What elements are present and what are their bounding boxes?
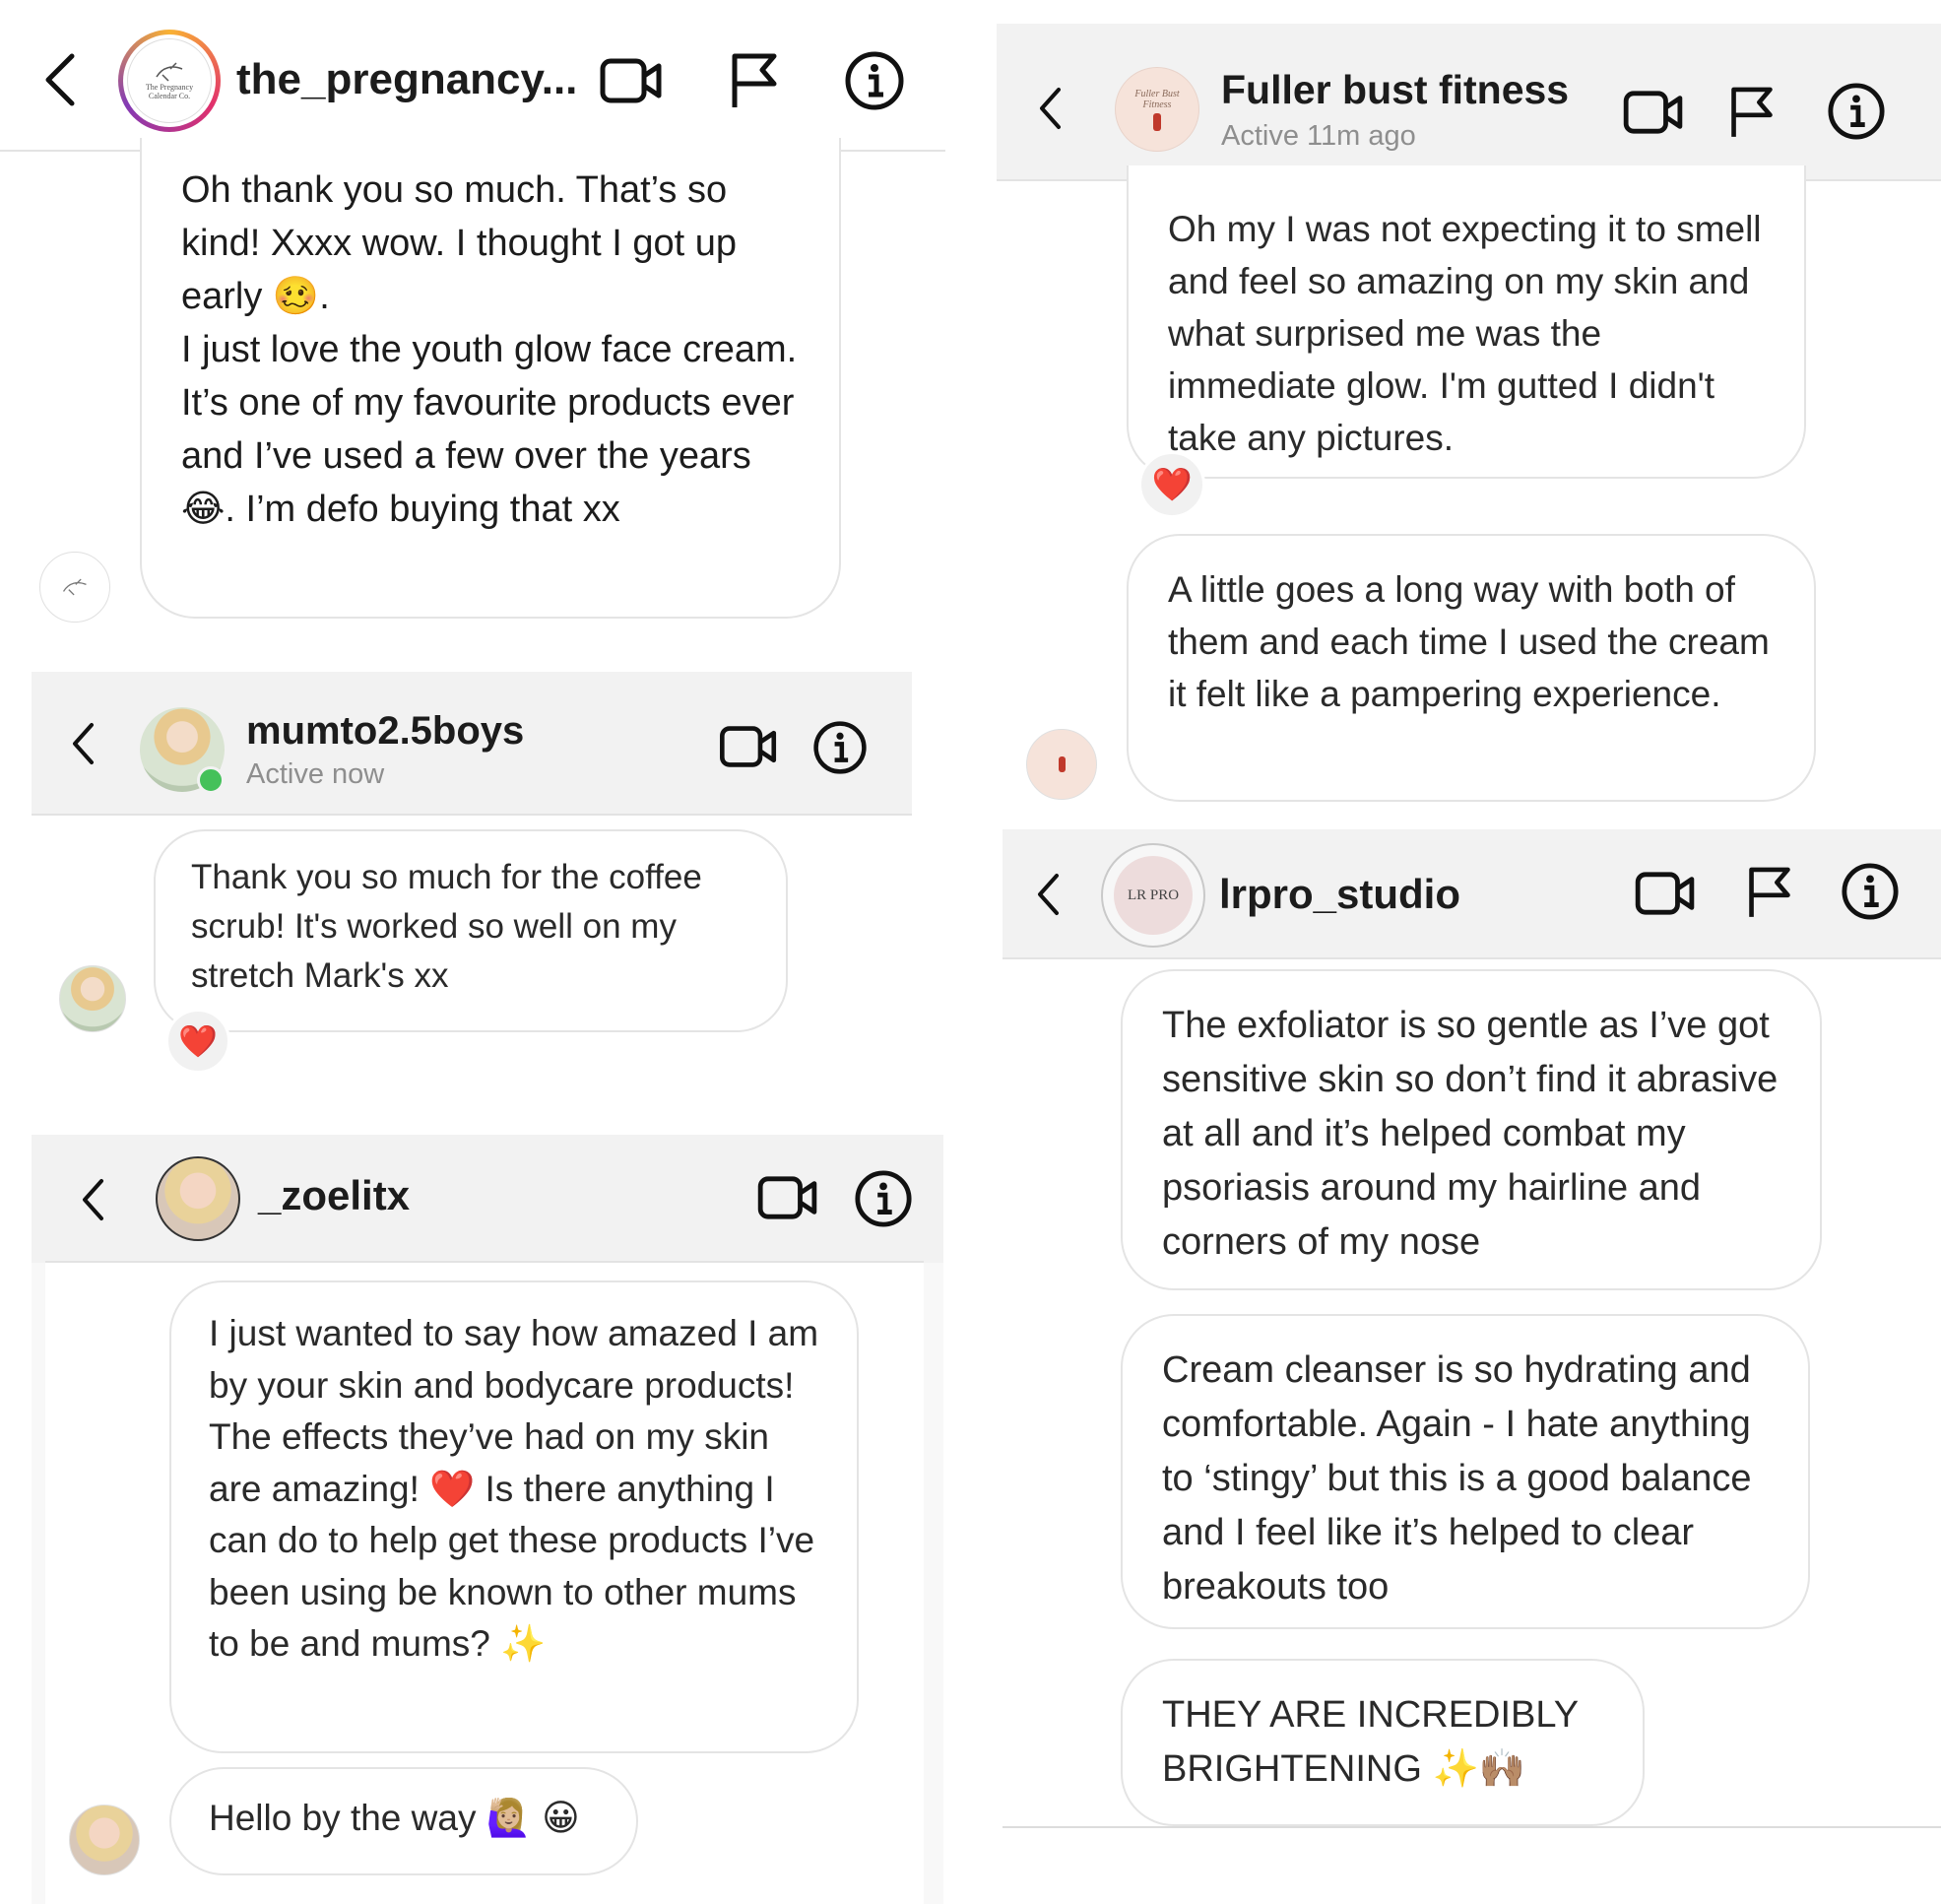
avatar[interactable]: The Pregnancy Calendar Co. [118, 30, 221, 132]
sender-avatar[interactable] [1026, 729, 1097, 800]
chat-panel-mumto: mumto2.5boys Active now Thank you so muc… [32, 672, 912, 1095]
video-camera-icon [600, 58, 662, 103]
sender-avatar[interactable] [59, 965, 126, 1032]
avatar[interactable]: Fuller Bust Fitness [1115, 67, 1199, 152]
chevron-left-icon [45, 53, 75, 106]
avatar[interactable] [156, 1156, 240, 1241]
chat-handle[interactable]: lrpro_studio [1219, 871, 1460, 918]
figure-icon [1058, 756, 1066, 772]
flag-icon [1749, 867, 1790, 917]
video-call-button[interactable] [1621, 85, 1686, 140]
video-call-button[interactable] [717, 721, 780, 772]
message-text: The exfoliator is so gentle as I’ve got … [1162, 1005, 1779, 1263]
message-bubble: Hello by the way 🙋🏼‍♀️ 😀 [169, 1767, 638, 1875]
info-button[interactable] [843, 49, 906, 112]
heart-reaction[interactable]: ❤️ [1138, 451, 1205, 518]
message-text: Cream cleanser is so hydrating and comfo… [1162, 1349, 1752, 1608]
chat-header: The Pregnancy Calendar Co. the_pregnancy… [0, 0, 945, 150]
sender-avatar[interactable] [69, 1805, 140, 1875]
video-camera-icon [757, 1176, 817, 1219]
figure-icon [1153, 112, 1161, 131]
back-button[interactable] [71, 1174, 114, 1225]
report-button[interactable] [725, 49, 784, 112]
chevron-left-icon [1040, 88, 1061, 129]
chat-handle[interactable]: _zoelitx [258, 1172, 410, 1219]
message-text: Hello by the way 🙋🏼‍♀️ 😀 [209, 1798, 580, 1838]
message-text: Oh thank you so much. That’s so kind! Xx… [181, 169, 798, 530]
info-icon [855, 1170, 912, 1227]
chat-header: mumto2.5boys Active now [32, 672, 912, 814]
online-indicator [197, 766, 225, 794]
back-button[interactable] [30, 45, 89, 114]
chat-handle[interactable]: Fuller bust fitness [1221, 67, 1569, 113]
report-button[interactable] [1743, 863, 1796, 922]
heart-icon: ❤️ [1151, 465, 1193, 502]
video-call-button[interactable] [1633, 865, 1698, 922]
chat-handle[interactable]: mumto2.5boys [246, 709, 524, 754]
chat-panel-fuller: Fuller Bust Fitness Fuller bust fitness … [997, 24, 1941, 812]
info-button[interactable] [853, 1168, 914, 1229]
info-icon [813, 721, 867, 774]
avatar[interactable]: LR PRO [1101, 843, 1205, 948]
message-text: Oh my I was not expecting it to smell an… [1168, 209, 1762, 458]
avatar-logo-text: The Pregnancy Calendar Co. [145, 83, 194, 100]
active-status: Active 11m ago [1221, 120, 1416, 152]
info-button[interactable] [1826, 81, 1887, 142]
back-button[interactable] [1026, 869, 1069, 920]
info-icon [1842, 863, 1899, 920]
message-text: A little goes a long way with both of th… [1168, 569, 1770, 714]
chat-panel-lrpro: LR PRO lrpro_studio The exfoliator is so… [1003, 829, 1941, 1904]
flag-icon [732, 53, 777, 107]
chat-panel-zoelitx: _zoelitx I just wanted to say how amazed… [32, 1135, 943, 1904]
message-bubble: Oh my I was not expecting it to smell an… [1127, 165, 1806, 479]
chat-panel-pregnancy: The Pregnancy Calendar Co. the_pregnancy… [0, 0, 945, 630]
message-bubble: A little goes a long way with both of th… [1127, 534, 1816, 802]
info-icon [845, 51, 904, 110]
info-button[interactable] [1840, 861, 1901, 922]
stork-logo-icon [156, 62, 183, 82]
back-button[interactable] [1028, 83, 1071, 134]
avatar-logo-text: Fuller Bust Fitness [1134, 88, 1180, 110]
message-bubble: The exfoliator is so gentle as I’ve got … [1121, 969, 1822, 1290]
chat-header: _zoelitx [32, 1135, 943, 1263]
back-button[interactable] [61, 719, 104, 768]
chevron-left-icon [1038, 874, 1059, 915]
message-text: Thank you so much for the coffee scrub! … [191, 858, 702, 995]
header-divider [32, 814, 912, 816]
message-text: I just wanted to say how amazed I am by … [209, 1313, 819, 1664]
message-text: THEY ARE INCREDIBLY BRIGHTENING ✨🙌🏽 [1162, 1694, 1579, 1790]
message-bubble: Cream cleanser is so hydrating and comfo… [1121, 1314, 1810, 1629]
chevron-left-icon [73, 723, 94, 764]
chat-header: LR PRO lrpro_studio [1003, 829, 1941, 957]
message-bubble: Thank you so much for the coffee scrub! … [154, 829, 788, 1032]
message-bubble: I just wanted to say how amazed I am by … [169, 1280, 859, 1753]
stork-logo-icon [62, 578, 87, 596]
sender-avatar[interactable] [39, 552, 110, 623]
video-camera-icon [1623, 91, 1683, 134]
chevron-left-icon [83, 1179, 103, 1220]
video-call-button[interactable] [597, 51, 666, 110]
footer-divider [1003, 1826, 1941, 1828]
info-button[interactable] [811, 719, 869, 776]
message-bubble: Oh thank you so much. That’s so kind! Xx… [140, 138, 841, 619]
video-camera-icon [1635, 872, 1695, 915]
chat-header: Fuller Bust Fitness Fuller bust fitness … [997, 24, 1941, 179]
video-call-button[interactable] [756, 1170, 819, 1225]
flag-icon [1731, 87, 1773, 137]
info-icon [1828, 83, 1885, 140]
message-bubble: THEY ARE INCREDIBLY BRIGHTENING ✨🙌🏽 [1121, 1659, 1645, 1826]
header-divider [1003, 957, 1941, 959]
active-status: Active now [246, 758, 385, 790]
chat-handle[interactable]: the_pregnancy... [236, 55, 577, 104]
avatar-logo-text: LR PRO [1127, 886, 1180, 903]
video-camera-icon [720, 726, 777, 767]
heart-icon: ❤️ [178, 1023, 218, 1059]
heart-reaction[interactable]: ❤️ [165, 1009, 230, 1074]
report-button[interactable] [1725, 83, 1779, 142]
